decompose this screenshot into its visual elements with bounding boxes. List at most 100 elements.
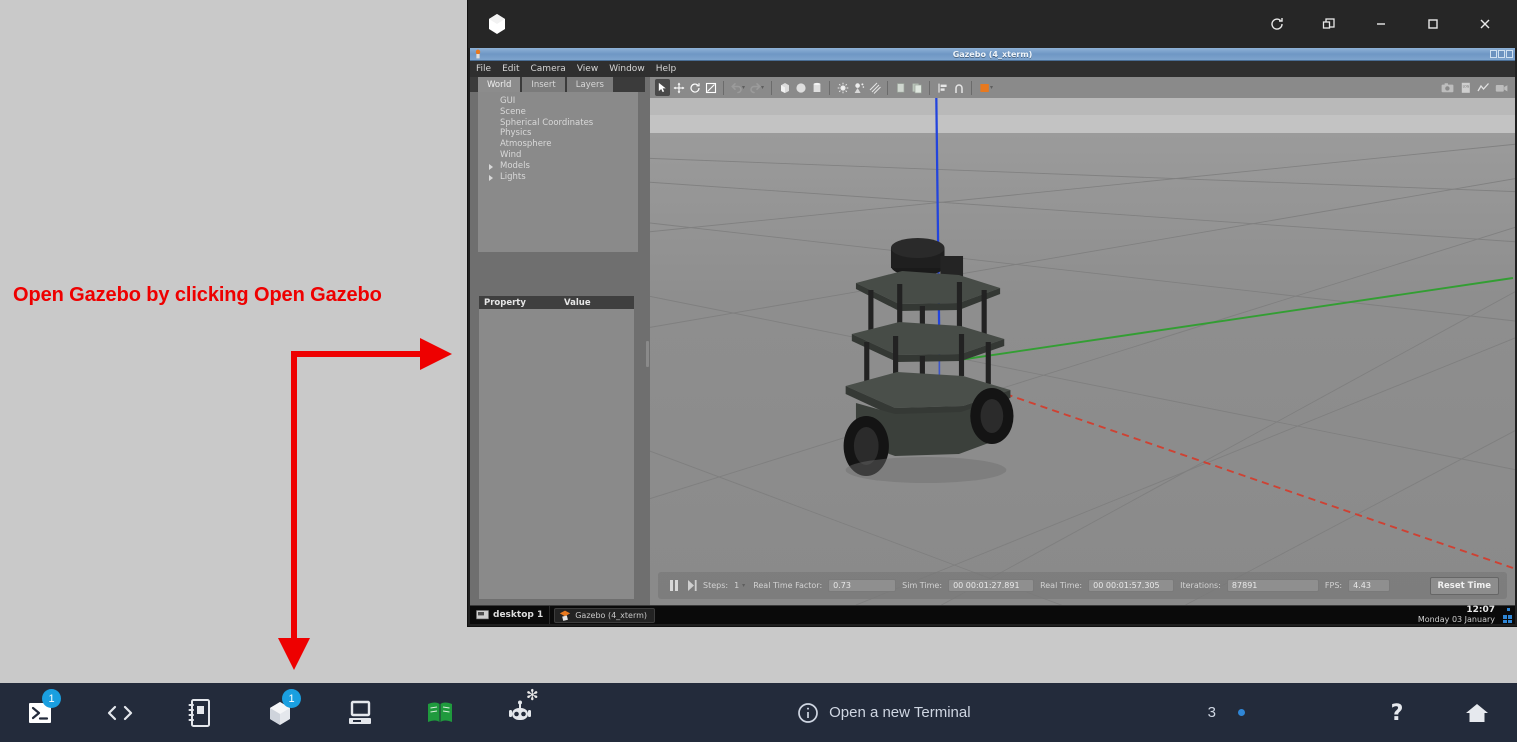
robot-model: [843, 238, 1014, 483]
gazebo-window-buttons: [1490, 50, 1513, 58]
sphere-icon[interactable]: [793, 79, 808, 96]
real-time-factor-label: Real Time Factor:: [753, 581, 823, 590]
tab-world[interactable]: World: [478, 77, 521, 92]
box-icon[interactable]: [777, 79, 792, 96]
real-time-factor-value: 0.73: [828, 579, 897, 592]
world-tree: GUI Scene Spherical Coordinates Physics …: [478, 92, 638, 252]
clock-date: Monday 03 January: [1417, 615, 1495, 624]
snap-icon[interactable]: [951, 79, 966, 96]
toolbar-separator: [887, 80, 889, 95]
dock-item-desktop-vnc[interactable]: [320, 683, 400, 742]
help-button[interactable]: ?: [1357, 683, 1437, 742]
close-button[interactable]: [1459, 4, 1511, 44]
terminal-badge: 1: [42, 689, 61, 708]
plot-icon[interactable]: [1476, 79, 1491, 96]
tree-item-models-label: Models: [500, 160, 530, 171]
paste-icon[interactable]: [909, 79, 924, 96]
menu-window[interactable]: Window: [609, 64, 645, 74]
steps-caret-icon[interactable]: ▾: [742, 582, 745, 589]
tree-item-physics[interactable]: Physics: [478, 128, 638, 139]
dock-item-docs[interactable]: [400, 683, 480, 742]
dock-item-code[interactable]: [80, 683, 160, 742]
gazebo-panel-tabs: World Insert Layers: [470, 77, 645, 92]
tab-layers[interactable]: Layers: [566, 77, 613, 92]
menu-view[interactable]: View: [577, 64, 598, 74]
cylinder-icon[interactable]: [809, 79, 824, 96]
tree-item-atmosphere[interactable]: Atmosphere: [478, 139, 638, 150]
gazebo-toolbar: ▾ ▾ ▾ LOG: [650, 77, 1515, 98]
expand-triangle-icon[interactable]: [489, 163, 493, 170]
dock-item-gazebo[interactable]: 1: [240, 683, 320, 742]
viewport-scene: [650, 98, 1515, 605]
swatch-dropdown-caret-icon[interactable]: ▾: [990, 84, 993, 91]
gazebo-menubar: File Edit Camera View Window Help: [470, 61, 1515, 77]
gazebo-app-window: Gazebo (4_xterm) File Edit Camera View W…: [468, 0, 1517, 626]
info-circle-icon: [798, 702, 818, 723]
point-light-icon[interactable]: [835, 79, 850, 96]
copy-icon[interactable]: [893, 79, 908, 96]
reset-time-button[interactable]: Reset Time: [1429, 576, 1499, 595]
app-titlebar: [468, 0, 1517, 48]
dock-message-text: Open a new Terminal: [829, 704, 971, 721]
gazebo-minimize-button[interactable]: [1490, 50, 1497, 58]
translate-move-icon[interactable]: [671, 79, 686, 96]
gazebo-toolbar-right: LOG: [1440, 79, 1509, 96]
bottom-dock: 1 1 ✻ Open a new Terminal 3 ?: [0, 683, 1517, 742]
dock-item-robot[interactable]: ✻: [480, 683, 560, 742]
step-forward-icon[interactable]: [688, 580, 697, 591]
taskbar-task-gazebo[interactable]: Gazebo (4_xterm): [554, 607, 656, 623]
tree-item-spherical-coordinates[interactable]: Spherical Coordinates: [478, 118, 638, 129]
select-arrow-icon[interactable]: [655, 79, 670, 96]
tree-item-gui[interactable]: GUI: [478, 96, 638, 107]
tray-icon[interactable]: [1498, 608, 1512, 623]
sim-time-value: 00 00:01:27.891: [948, 579, 1035, 592]
toolbar-separator: [771, 80, 773, 95]
tab-insert[interactable]: Insert: [522, 77, 565, 92]
rotate-icon[interactable]: [687, 79, 702, 96]
maximize-button[interactable]: [1407, 4, 1459, 44]
gazebo-maximize-button[interactable]: [1498, 50, 1505, 58]
menu-help[interactable]: Help: [656, 64, 677, 74]
desktop-computer-icon: [349, 700, 371, 724]
desktop-switcher[interactable]: desktop 1: [470, 606, 551, 624]
gazebo-close-button[interactable]: [1506, 50, 1513, 58]
tree-item-wind[interactable]: Wind: [478, 150, 638, 161]
property-column-header: Property: [484, 297, 526, 308]
steps-value[interactable]: 1: [734, 581, 739, 590]
fps-value: 4.43: [1348, 579, 1391, 592]
property-table-header: Property Value: [479, 296, 634, 309]
refresh-button[interactable]: [1251, 4, 1303, 44]
vnc-taskbar: desktop 1 Gazebo (4_xterm) 12:07 Monday …: [470, 605, 1515, 624]
menu-edit[interactable]: Edit: [502, 64, 519, 74]
gazebo-cube-logo-icon: [484, 11, 510, 37]
tree-item-models[interactable]: Models: [478, 161, 638, 172]
gazebo-window-icon: [475, 49, 481, 59]
align-icon[interactable]: [935, 79, 950, 96]
menu-file[interactable]: File: [476, 64, 491, 74]
home-button[interactable]: [1437, 683, 1517, 742]
menu-camera[interactable]: Camera: [531, 64, 566, 74]
undo-dropdown-caret-icon[interactable]: ▾: [742, 84, 745, 91]
spot-light-icon[interactable]: [851, 79, 866, 96]
minimize-button[interactable]: [1355, 4, 1407, 44]
dock-item-terminal[interactable]: 1: [0, 683, 80, 742]
iterations-label: Iterations:: [1180, 581, 1221, 590]
video-record-icon[interactable]: [1494, 79, 1509, 96]
directional-light-icon[interactable]: [867, 79, 882, 96]
gazebo-3d-viewport[interactable]: Steps: 1 ▾ Real Time Factor: 0.73 Sim Ti…: [650, 98, 1515, 605]
robot-new-star-icon: ✻: [526, 687, 539, 704]
screenshot-camera-icon[interactable]: [1440, 79, 1455, 96]
scale-icon[interactable]: [703, 79, 718, 96]
simulation-status-bar: Steps: 1 ▾ Real Time Factor: 0.73 Sim Ti…: [658, 572, 1507, 599]
dock-item-notebook[interactable]: [160, 683, 240, 742]
annotation-instruction-text: Open Gazebo by clicking Open Gazebo: [13, 284, 382, 306]
tree-item-scene[interactable]: Scene: [478, 107, 638, 118]
redo-dropdown-caret-icon[interactable]: ▾: [761, 84, 764, 91]
vnc-viewport[interactable]: Gazebo (4_xterm) File Edit Camera View W…: [470, 48, 1515, 624]
windows-stack-button[interactable]: [1303, 4, 1355, 44]
tree-item-lights[interactable]: Lights: [478, 172, 638, 183]
log-record-icon[interactable]: LOG: [1458, 79, 1473, 96]
expand-triangle-icon[interactable]: [489, 174, 493, 181]
gazebo-window-title: Gazebo (4_xterm): [952, 49, 1033, 59]
pause-icon[interactable]: [666, 580, 682, 591]
